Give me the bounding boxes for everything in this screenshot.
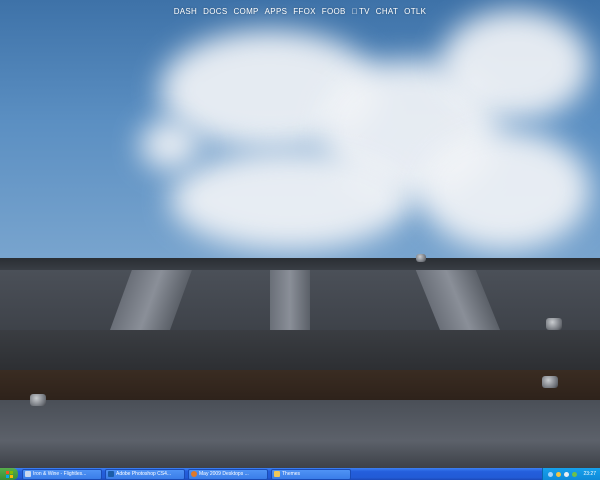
launcher-dock: DASH DOCS COMP APPS FFOX FOOB  TV CHAT … bbox=[0, 6, 600, 20]
cloud bbox=[140, 120, 200, 170]
dock-item-chat[interactable]: CHAT bbox=[376, 6, 398, 20]
windows-flag-icon bbox=[5, 470, 13, 478]
messenger-icon[interactable] bbox=[572, 471, 578, 477]
roof-bolt bbox=[542, 376, 558, 388]
cloud bbox=[170, 150, 410, 250]
dock-item-comp[interactable]: COMP bbox=[233, 6, 258, 20]
lower-roof bbox=[0, 400, 600, 468]
apple-icon:  bbox=[352, 6, 358, 20]
taskbar-button-label: May 2009 Desktops ... bbox=[199, 471, 249, 477]
taskbar-button-firefox[interactable]: May 2009 Desktops ... bbox=[188, 468, 268, 480]
roof-bolt bbox=[30, 394, 46, 406]
dock-item-apps[interactable]: APPS bbox=[265, 6, 288, 20]
dock-item-foob[interactable]: FOOB bbox=[322, 6, 346, 20]
roof-bolt bbox=[416, 254, 426, 262]
start-button[interactable] bbox=[0, 468, 18, 480]
security-icon[interactable] bbox=[556, 471, 562, 477]
network-icon[interactable] bbox=[548, 471, 554, 477]
dock-item-docs[interactable]: DOCS bbox=[203, 6, 227, 20]
volume-icon[interactable] bbox=[564, 471, 570, 477]
taskbar-button-label: Iron & Wine - Flightles... bbox=[33, 471, 87, 477]
taskbar-button-themes[interactable]: Themes bbox=[271, 468, 351, 480]
photoshop-icon bbox=[108, 471, 114, 477]
system-tray: 23:27 bbox=[542, 468, 600, 480]
cloud bbox=[440, 10, 590, 120]
dock-item-label: TV bbox=[355, 7, 370, 16]
taskbar-button-label: Adobe Photoshop CS4... bbox=[116, 471, 172, 477]
folder-icon bbox=[274, 471, 280, 477]
dock-item-tv[interactable]:  TV bbox=[352, 6, 370, 20]
dock-item-otlk[interactable]: OTLK bbox=[404, 6, 426, 20]
clock[interactable]: 23:27 bbox=[583, 471, 596, 477]
media-player-icon bbox=[25, 471, 31, 477]
firefox-icon bbox=[191, 471, 197, 477]
taskbar-button-photoshop[interactable]: Adobe Photoshop CS4... bbox=[105, 468, 185, 480]
dock-item-ffox[interactable]: FFOX bbox=[293, 6, 316, 20]
taskbar-button-label: Themes bbox=[282, 471, 301, 477]
taskbar-button-media-player[interactable]: Iron & Wine - Flightles... bbox=[22, 468, 102, 480]
taskbar: Iron & Wine - Flightles... Adobe Photosh… bbox=[0, 468, 600, 480]
roof-bolt bbox=[546, 318, 562, 330]
dock-item-dash[interactable]: DASH bbox=[174, 6, 197, 20]
cloud bbox=[420, 130, 590, 250]
desktop-wallpaper bbox=[0, 0, 600, 468]
